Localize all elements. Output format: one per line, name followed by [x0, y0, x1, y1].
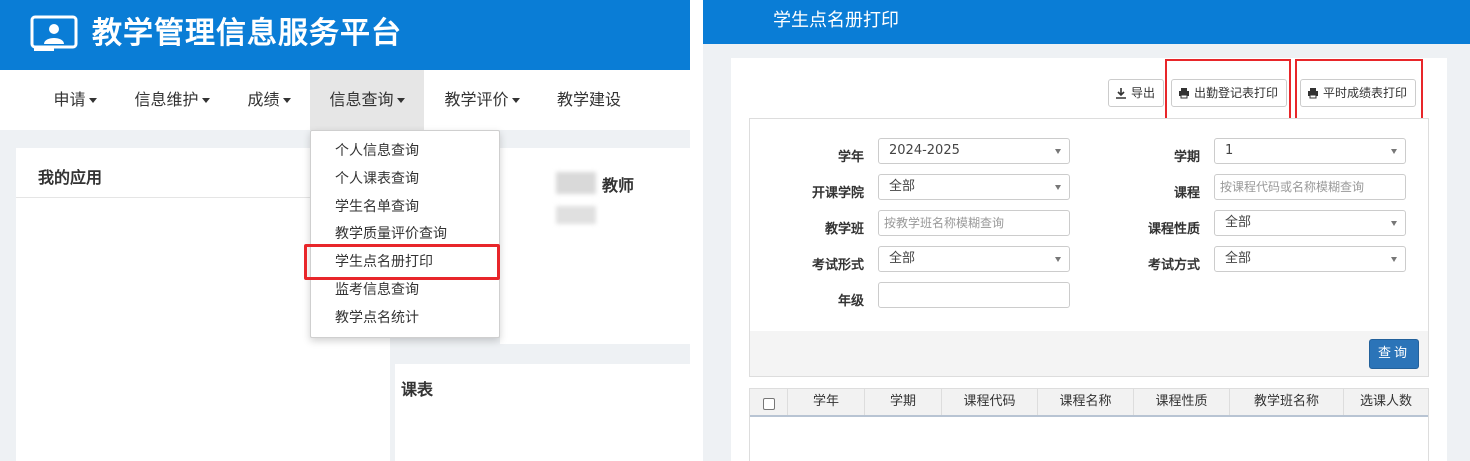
chevron-down-icon [1055, 149, 1061, 154]
exam-method-label: 考试方式 [1147, 258, 1200, 273]
results-table: 学年 学期 课程代码 课程名称 课程性质 教学班名称 选课人数 [749, 388, 1429, 461]
grade-input[interactable] [878, 282, 1070, 308]
table-header: 学年 学期 课程代码 课程名称 课程性质 教学班名称 选课人数 [750, 389, 1428, 417]
th-class-name[interactable]: 教学班名称 [1230, 389, 1344, 415]
chevron-down-icon [1391, 149, 1397, 154]
blurred-info [556, 206, 596, 224]
dropdown-item-roll-call-stats[interactable]: 教学点名统计 [335, 308, 419, 328]
exam-form-select[interactable]: 全部 [878, 246, 1070, 272]
blurred-name [556, 172, 596, 194]
caret-down-icon [396, 98, 405, 103]
class-label: 教学班 [824, 222, 864, 237]
term-label: 学期 [1173, 150, 1200, 165]
nav-info-maintenance[interactable]: 信息维护 [122, 70, 222, 130]
course-nature-select[interactable]: 全部 [1214, 210, 1406, 236]
caret-down-icon [201, 98, 210, 103]
highlight-box [1165, 59, 1291, 121]
nav-info-query[interactable]: 信息查询 [310, 70, 424, 130]
search-form: 学年 2024-2025 学期 1 开课学院 全部 课程 按课程代码或名称模糊查… [749, 118, 1429, 346]
content-panel: 导出 出勤登记表打印 平时成绩表打印 学年 2024-2025 学期 1 开课学… [731, 58, 1447, 461]
year-select[interactable]: 2024-2025 [878, 138, 1070, 164]
dropdown-item-personal-info[interactable]: 个人信息查询 [335, 141, 419, 161]
th-year[interactable]: 学年 [788, 389, 865, 415]
dropdown-item-student-list[interactable]: 学生名单查询 [335, 197, 419, 217]
page-title: 学生点名册打印 [773, 10, 899, 31]
schedule-card: 课表 [395, 364, 690, 461]
caret-down-icon [282, 98, 291, 103]
highlight-box [304, 244, 500, 280]
grade-label: 年级 [837, 294, 864, 309]
nav-apply[interactable]: 申请 [36, 70, 114, 130]
site-title: 教学管理信息服务平台 [92, 16, 402, 51]
course-input[interactable]: 按课程代码或名称模糊查询 [1214, 174, 1406, 200]
table-header-cell [750, 389, 788, 415]
monitor-person-icon [30, 15, 78, 51]
query-bar: 查询 [749, 331, 1429, 377]
dropdown-item-quality-evaluation[interactable]: 教学质量评价查询 [335, 224, 447, 244]
dropdown-item-invigilation-info[interactable]: 监考信息查询 [335, 280, 419, 300]
course-nature-label: 课程性质 [1147, 222, 1200, 237]
college-label: 开课学院 [811, 186, 864, 201]
page-header: 学生点名册打印 [703, 0, 1470, 44]
info-query-dropdown: 个人信息查询 个人课表查询 学生名单查询 教学质量评价查询 学生点名册打印 监考… [310, 130, 500, 338]
left-screenshot: 教学管理信息服务平台 申请 信息维护 成绩 信息查询 教学评价 教学建设 我的应… [0, 0, 690, 461]
highlight-box [1295, 59, 1423, 121]
teacher-card: 教师 [440, 148, 690, 344]
nav-teaching-evaluation[interactable]: 教学评价 [430, 70, 534, 130]
th-term[interactable]: 学期 [865, 389, 942, 415]
chevron-down-icon [1055, 185, 1061, 190]
caret-down-icon [88, 98, 97, 103]
my-apps-title: 我的应用 [38, 168, 103, 187]
teacher-role: 教师 [602, 176, 635, 195]
exam-form-label: 考试形式 [811, 258, 864, 273]
caret-down-icon [511, 98, 520, 103]
right-screenshot: 学生点名册打印 导出 出勤登记表打印 平时成绩表打印 学年 2024-2025 … [703, 0, 1470, 461]
chevron-down-icon [1391, 257, 1397, 262]
chevron-down-icon [1055, 257, 1061, 262]
main-nav: 申请 信息维护 成绩 信息查询 教学评价 教学建设 [0, 70, 690, 130]
course-label: 课程 [1173, 186, 1200, 201]
class-input[interactable]: 按教学班名称模糊查询 [878, 210, 1070, 236]
th-course-code[interactable]: 课程代码 [942, 389, 1038, 415]
export-icon [1116, 88, 1126, 99]
select-all-checkbox[interactable] [763, 398, 775, 410]
th-course-nature[interactable]: 课程性质 [1134, 389, 1230, 415]
exam-method-select[interactable]: 全部 [1214, 246, 1406, 272]
th-enrollment[interactable]: 选课人数 [1344, 389, 1428, 415]
portal-header: 教学管理信息服务平台 [0, 0, 690, 70]
nav-grades[interactable]: 成绩 [232, 70, 306, 130]
schedule-title: 课表 [401, 380, 434, 399]
th-course-name[interactable]: 课程名称 [1038, 389, 1134, 415]
dropdown-item-personal-schedule[interactable]: 个人课表查询 [335, 169, 419, 189]
export-button[interactable]: 导出 [1108, 79, 1165, 107]
nav-teaching-construction[interactable]: 教学建设 [544, 70, 634, 130]
query-button[interactable]: 查询 [1369, 339, 1419, 369]
term-select[interactable]: 1 [1214, 138, 1406, 164]
year-label: 学年 [837, 150, 864, 165]
college-select[interactable]: 全部 [878, 174, 1070, 200]
chevron-down-icon [1391, 221, 1397, 226]
